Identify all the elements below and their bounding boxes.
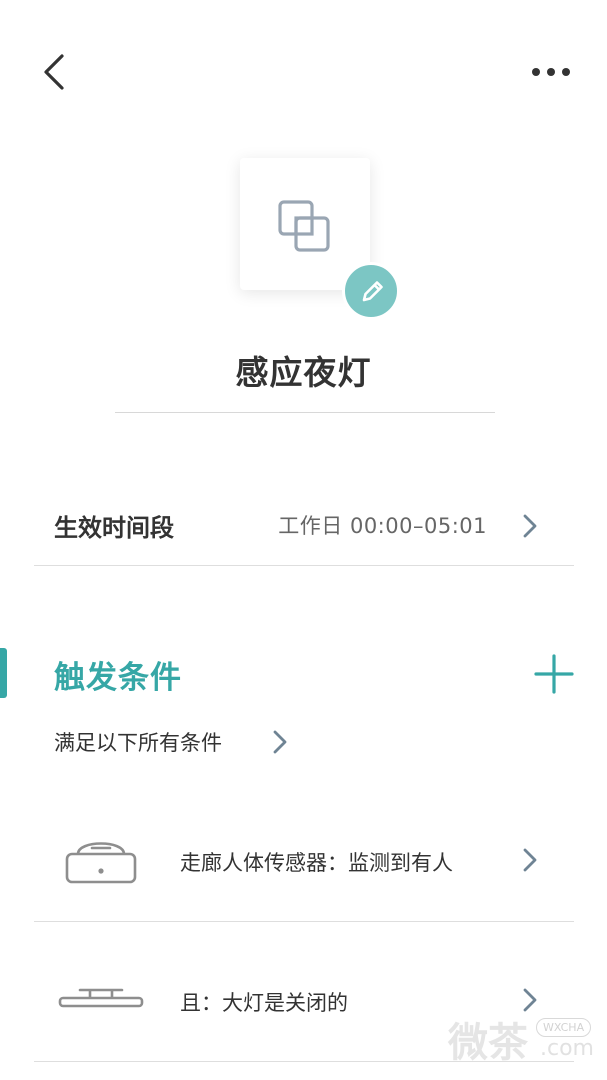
add-condition-button[interactable] (532, 652, 576, 696)
section-indicator (0, 648, 7, 698)
watermark-domain: .com (540, 1036, 594, 1061)
chevron-right-icon (523, 848, 537, 872)
plus-icon (534, 654, 574, 694)
watermark-text: 微茶 (448, 1020, 528, 1066)
scene-name-underline (115, 412, 495, 413)
edit-scene-button[interactable] (342, 262, 400, 320)
back-button[interactable] (30, 48, 78, 96)
pencil-icon (362, 281, 383, 302)
divider (34, 565, 574, 566)
trigger-section-title: 触发条件 (54, 660, 182, 696)
motion-sensor-icon (65, 842, 137, 884)
chevron-right-icon[interactable] (270, 728, 290, 756)
chevron-left-icon (44, 54, 64, 90)
condition-text: 走廊人体传感器：监测到有人 (180, 851, 453, 875)
period-label: 生效时间段 (54, 514, 174, 542)
divider (34, 921, 574, 922)
condition-row[interactable]: 走廊人体传感器：监测到有人 (34, 800, 574, 920)
more-options-button[interactable] (524, 52, 580, 92)
scene-name[interactable]: 感应夜灯 (0, 346, 607, 394)
overlapping-squares-icon (278, 200, 330, 252)
ceiling-light-icon (58, 988, 144, 1008)
chevron-right-icon[interactable] (520, 512, 540, 540)
watermark-badge: WXCHA (536, 1018, 592, 1037)
more-dots-icon (532, 68, 570, 76)
period-value[interactable]: 工作日 00:00–05:01 (278, 510, 487, 540)
match-rule-selector[interactable]: 满足以下所有条件 (54, 727, 222, 757)
condition-text: 且：大灯是关闭的 (180, 991, 348, 1015)
